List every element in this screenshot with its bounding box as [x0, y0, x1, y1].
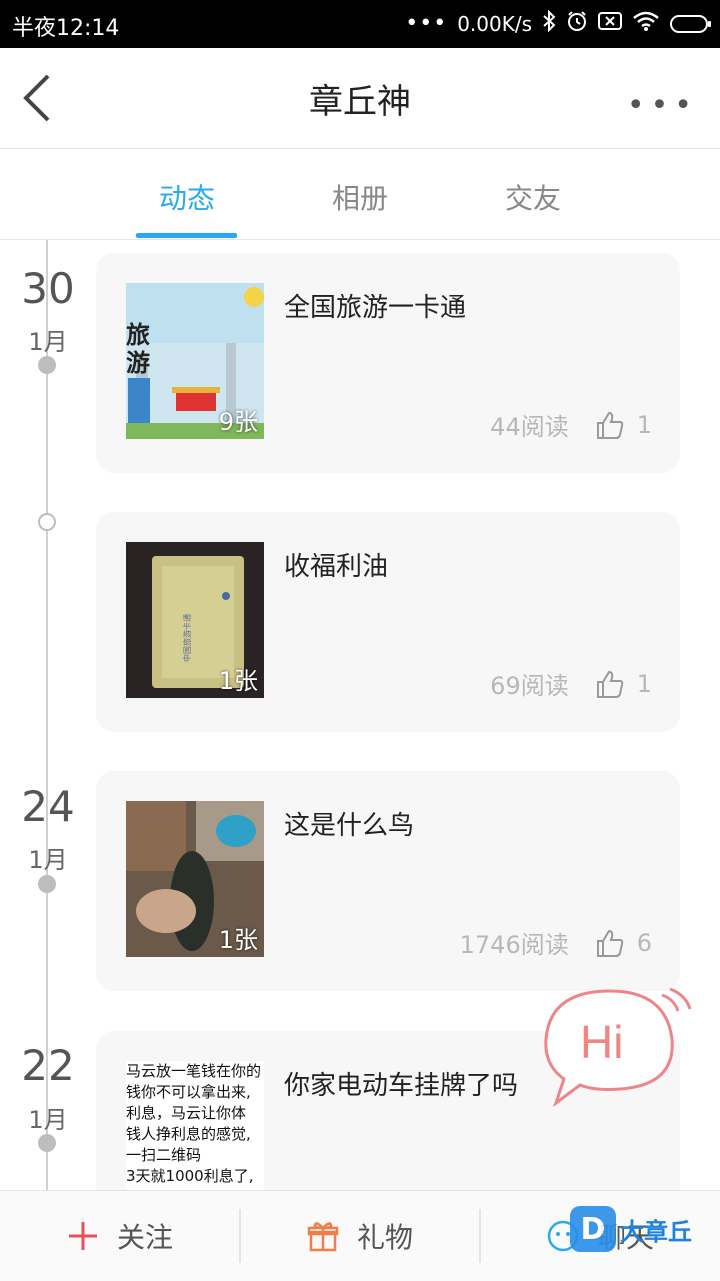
tab-active-indicator: [136, 233, 237, 238]
tab-friends[interactable]: 交友: [478, 177, 588, 217]
photo-count-badge: 9张: [218, 408, 258, 436]
post-card[interactable]: 中国旅游卡通 1张 收福利油 69阅读 1: [96, 512, 680, 732]
tab-bar: 动态 相册 交友: [0, 149, 720, 240]
photo-count-badge: 1张: [218, 926, 258, 954]
thumbs-up-icon: [596, 411, 623, 439]
follow-label: 关注: [116, 1221, 173, 1254]
post-date-day: 30: [21, 264, 75, 313]
post-title[interactable]: 你家电动车挂牌了吗: [284, 1065, 518, 1102]
post-card[interactable]: 1张 这是什么鸟 1746阅读 6: [96, 771, 680, 991]
like-count: 1: [636, 410, 652, 439]
alarm-icon: [566, 10, 588, 37]
post-title[interactable]: 全国旅游一卡通: [284, 287, 466, 324]
hi-bubble-button[interactable]: Hi: [540, 985, 696, 1115]
read-count: 1746阅读: [459, 931, 569, 959]
post-thumbnail[interactable]: 马云放一笔钱在你的 钱你不可以拿出来, 利息，马云让你体 钱人挣利息的感觉, 一…: [126, 1061, 264, 1190]
page-title: 章丘神: [309, 82, 411, 122]
post-date-month: 1月: [28, 846, 68, 874]
gift-button[interactable]: 礼物: [240, 1191, 480, 1281]
post-thumbnail[interactable]: 1张: [126, 801, 264, 957]
like-button[interactable]: 1: [595, 669, 652, 699]
watermark-text: 大章丘: [620, 1217, 692, 1246]
watermark-logo: D 大章丘: [570, 1206, 692, 1252]
svg-text:中国旅游卡通: 中国旅游卡通: [182, 614, 192, 662]
more-options-button[interactable]: •••: [627, 88, 698, 123]
gift-label: 礼物: [356, 1221, 413, 1254]
like-button[interactable]: 6: [595, 928, 652, 958]
wifi-icon: [632, 10, 660, 37]
post-date-month: 1月: [28, 328, 68, 356]
gift-icon: [307, 1222, 339, 1252]
thumb-text-line: 钱人挣利息的感觉,: [126, 1125, 251, 1143]
battery-icon: [670, 14, 711, 33]
read-count: 44阅读: [490, 413, 569, 441]
timeline-dot: [38, 875, 56, 893]
svg-text:游: 游: [126, 349, 150, 377]
like-button[interactable]: 1: [595, 410, 652, 440]
thumb-text-line: 一扫二维码: [126, 1146, 202, 1164]
post-date-month: 1月: [28, 1106, 68, 1134]
thumb-text-line: 3天就1000利息了,: [126, 1167, 254, 1185]
post-meta: 1746阅读 6: [460, 925, 652, 960]
timeline-dot: [38, 1134, 56, 1152]
thumb-text-line: 马云放一笔钱在你的: [126, 1062, 262, 1080]
network-speed: 0.00K/s: [457, 11, 532, 36]
bluetooth-icon: [542, 9, 556, 37]
post-card[interactable]: 旅 游 9张 全国旅游一卡通 44阅读 1: [96, 253, 680, 473]
watermark-letter: D: [570, 1206, 616, 1252]
timeline-dot: [38, 356, 56, 374]
tab-album[interactable]: 相册: [305, 177, 415, 217]
status-bar: 半夜12:14 ••• 0.00K/s: [0, 0, 720, 48]
post-date-day: 22: [21, 1041, 75, 1090]
thumb-text-line: 钱你不可以拿出来,: [126, 1083, 251, 1101]
post-date-day: 24: [21, 782, 75, 831]
nav-bar: 章丘神 •••: [0, 48, 720, 149]
post-meta: 69阅读 1: [490, 666, 652, 701]
photo-count-badge: 1张: [218, 667, 258, 695]
post-meta: 44阅读 1: [490, 407, 652, 442]
post-title[interactable]: 这是什么鸟: [284, 805, 414, 842]
post-title[interactable]: 收福利油: [284, 546, 388, 583]
hi-text: Hi: [580, 1016, 624, 1068]
notification-dots: •••: [405, 11, 448, 36]
svg-text:旅: 旅: [126, 321, 150, 349]
follow-button[interactable]: 关注: [0, 1191, 240, 1281]
like-count: 6: [636, 928, 652, 957]
plus-icon: [68, 1222, 97, 1250]
read-count: 69阅读: [490, 672, 569, 700]
post-thumbnail[interactable]: 中国旅游卡通 1张: [126, 542, 264, 698]
status-time: 半夜12:14: [12, 16, 120, 41]
post-thumbnail[interactable]: 旅 游 9张: [126, 283, 264, 439]
thumbs-up-icon: [596, 670, 623, 698]
tab-moments[interactable]: 动态: [132, 177, 242, 217]
thumbs-up-icon: [596, 929, 623, 957]
thumb-text-line: 利息，马云让你体: [126, 1104, 247, 1122]
timeline-dot-hollow: [38, 513, 56, 531]
like-count: 1: [636, 669, 652, 698]
sim-off-icon: [598, 11, 622, 36]
status-icons: ••• 0.00K/s: [405, 9, 711, 37]
